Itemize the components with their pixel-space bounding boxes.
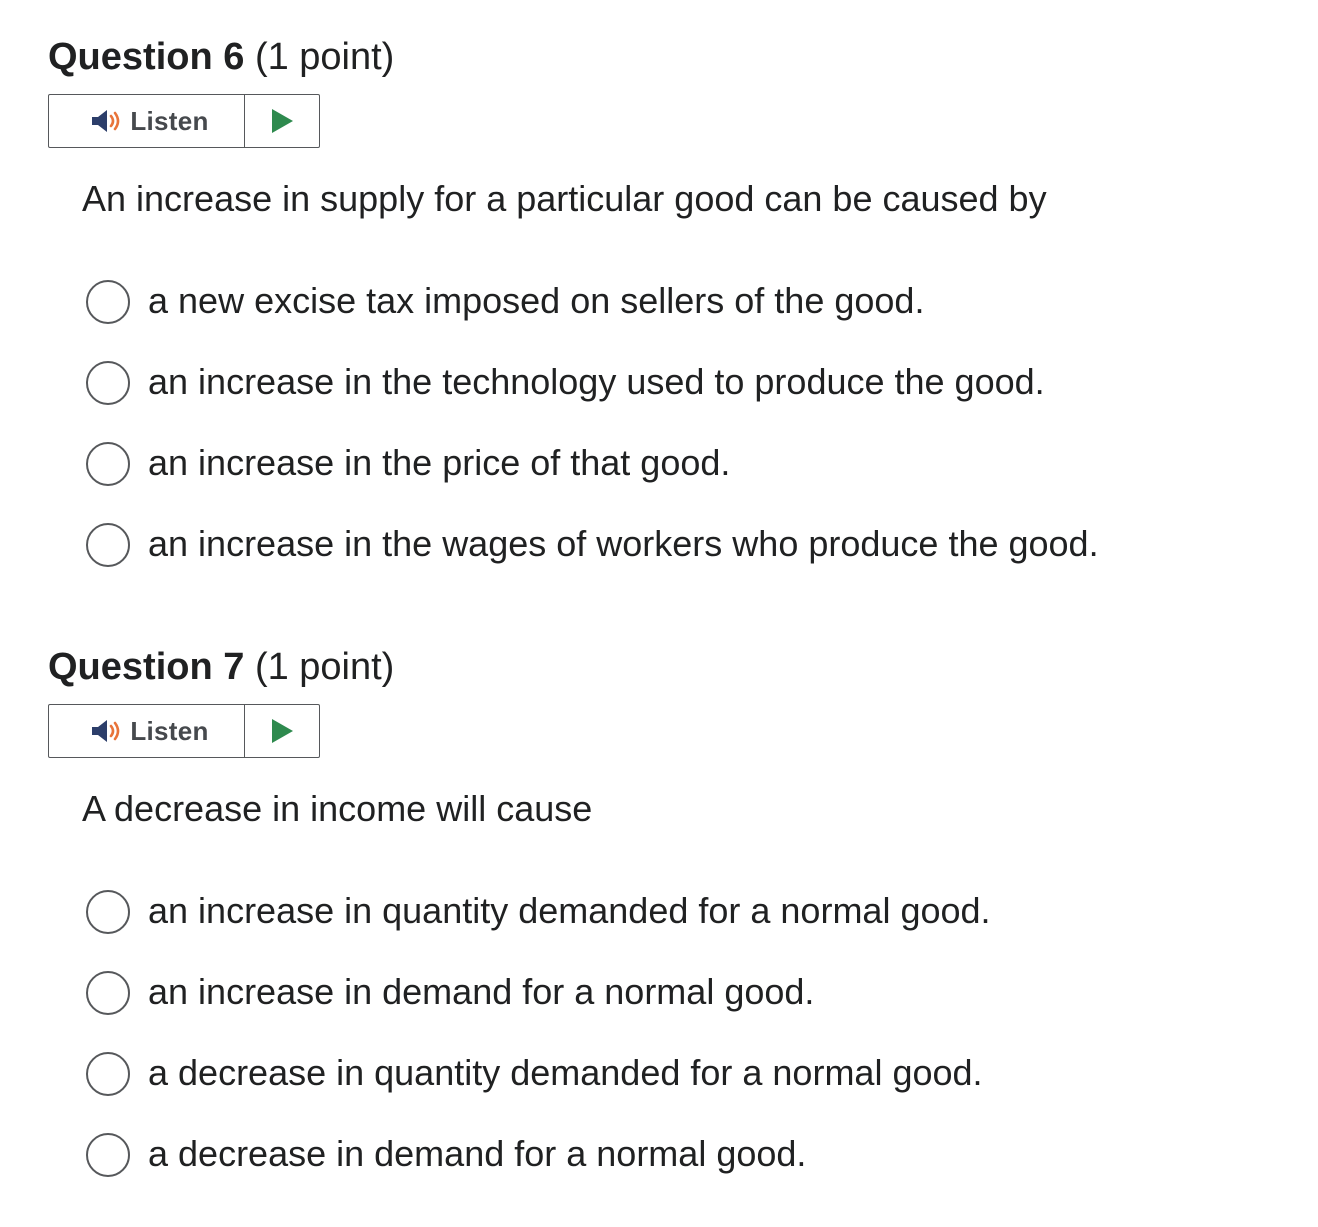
radio-button[interactable] [86,442,130,486]
radio-button[interactable] [86,280,130,324]
answer-option[interactable]: an increase in the wages of workers who … [86,523,1099,604]
radio-button[interactable] [86,971,130,1015]
answer-option-label: a decrease in quantity demanded for a no… [148,1052,983,1093]
play-button[interactable] [245,705,319,757]
answer-options: an increase in quantity demanded for a n… [86,890,991,1214]
answer-option[interactable]: an increase in quantity demanded for a n… [86,890,991,971]
answer-option-label: a decrease in demand for a normal good. [148,1133,807,1174]
answer-option[interactable]: an increase in the technology used to pr… [86,361,1099,442]
listen-button[interactable]: Listen [49,95,245,147]
answer-option[interactable]: an increase in demand for a normal good. [86,971,991,1052]
question-heading: Question 6 (1 point) [48,34,394,80]
radio-button[interactable] [86,361,130,405]
question-prompt: An increase in supply for a particular g… [82,178,1047,219]
answer-options: a new excise tax imposed on sellers of t… [86,280,1099,604]
answer-option-label: an increase in quantity demanded for a n… [148,890,991,931]
radio-button[interactable] [86,523,130,567]
question-prompt: A decrease in income will cause [82,788,593,829]
radio-button[interactable] [86,890,130,934]
play-icon [272,109,293,133]
play-button[interactable] [245,95,319,147]
listen-button[interactable]: Listen [49,705,245,757]
listen-widget: Listen [48,94,320,148]
answer-option[interactable]: a decrease in quantity demanded for a no… [86,1052,991,1133]
answer-option-label: an increase in demand for a normal good. [148,971,815,1012]
speaker-icon [92,110,120,132]
radio-button[interactable] [86,1133,130,1177]
play-icon [272,719,293,743]
answer-option[interactable]: a new excise tax imposed on sellers of t… [86,280,1099,361]
question-title: Question 6 [48,36,245,78]
listen-label: Listen [130,105,209,136]
answer-option-label: a new excise tax imposed on sellers of t… [148,280,925,321]
listen-widget: Listen [48,704,320,758]
answer-option-label: an increase in the wages of workers who … [148,523,1099,564]
answer-option-label: an increase in the price of that good. [148,442,731,483]
question-points: (1 point) [254,36,395,78]
question-title: Question 7 [48,646,245,688]
listen-label: Listen [130,715,209,746]
speaker-icon [92,720,120,742]
answer-option[interactable]: an increase in the price of that good. [86,442,1099,523]
question-heading: Question 7 (1 point) [48,644,394,690]
answer-option-label: an increase in the technology used to pr… [148,361,1045,402]
question-points: (1 point) [254,646,395,688]
radio-button[interactable] [86,1052,130,1096]
answer-option[interactable]: a decrease in demand for a normal good. [86,1133,991,1214]
